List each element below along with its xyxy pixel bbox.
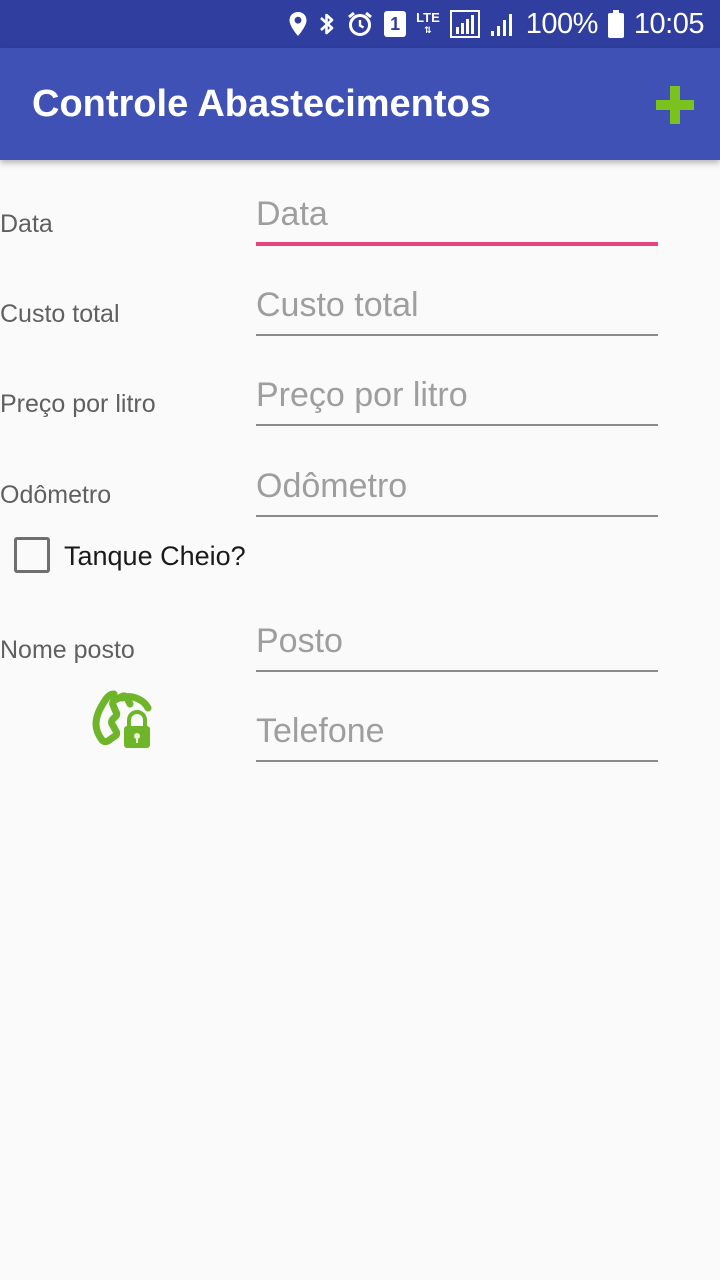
total-cost-label: Custo total (0, 300, 120, 328)
app-bar: Controle Abastecimentos (0, 48, 720, 160)
phone-lock-icon (92, 690, 156, 754)
app-title: Controle Abastecimentos (32, 82, 491, 125)
price-per-liter-label: Preço por litro (0, 390, 156, 418)
station-name-row: Nome posto (0, 598, 720, 688)
date-field[interactable] (256, 194, 658, 246)
date-label: Data (0, 210, 53, 238)
odometer-label: Odômetro (0, 481, 112, 509)
signal-icon (449, 10, 480, 38)
add-button[interactable] (652, 82, 698, 128)
full-tank-label[interactable]: Tanque Cheio? (64, 541, 246, 572)
total-cost-row: Custo total (0, 262, 720, 352)
plus-icon (656, 86, 694, 124)
battery-percentage: 100% (525, 7, 599, 40)
price-per-liter-field[interactable] (256, 374, 658, 426)
price-per-liter-row: Preço por litro (0, 352, 720, 442)
sim-number: 1 (390, 13, 401, 34)
total-cost-field[interactable] (256, 284, 658, 336)
date-row: Data (0, 172, 720, 262)
clock: 10:05 (633, 7, 705, 40)
full-tank-checkbox[interactable] (14, 537, 50, 573)
status-bar: 1 LTE ⇅ 100% 10:05 (0, 0, 720, 48)
alarm-icon (346, 10, 374, 38)
location-icon (288, 11, 308, 37)
phone-field[interactable] (256, 710, 658, 762)
signal-icon (490, 11, 516, 37)
lte-icon: LTE ⇅ (416, 10, 440, 35)
odometer-field[interactable] (256, 465, 658, 517)
sim-1-icon: 1 (384, 11, 407, 37)
network-type: LTE (416, 10, 440, 25)
battery-icon (607, 10, 624, 38)
bluetooth-icon (318, 10, 336, 38)
station-name-label: Nome posto (0, 636, 135, 664)
station-name-field[interactable] (256, 620, 658, 672)
full-tank-row[interactable]: Tanque Cheio? (0, 520, 720, 590)
